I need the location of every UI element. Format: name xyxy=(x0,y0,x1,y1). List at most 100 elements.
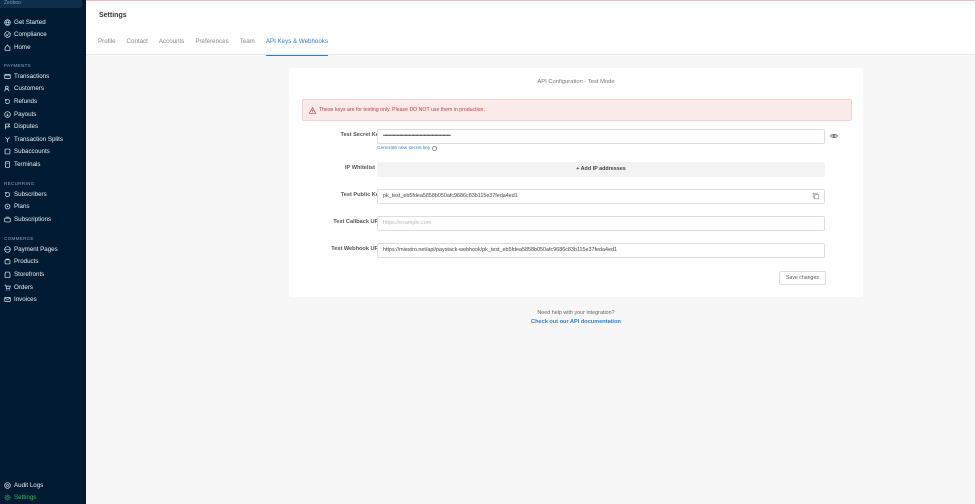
brand-logo[interactable]: Zeoboo xyxy=(0,0,82,8)
tab-team[interactable]: Team xyxy=(240,37,255,56)
sidebar-item-label: Transaction Splits xyxy=(14,135,63,143)
payment-pages-icon xyxy=(4,246,11,253)
page-header: Settings Profile Contact Accounts Prefer… xyxy=(86,0,975,56)
add-ip-addresses-button[interactable]: + Add IP addresses xyxy=(377,162,825,177)
tab-api-keys-webhooks[interactable]: API Keys & Webhooks xyxy=(265,37,328,56)
sidebar-item-products[interactable]: Products xyxy=(0,256,86,269)
sidebar-item-customers[interactable]: Customers xyxy=(0,83,86,96)
tab-accounts[interactable]: Accounts xyxy=(159,37,184,56)
sidebar-item-plans[interactable]: Plans xyxy=(0,201,86,214)
sidebar-item-label: Settings xyxy=(14,494,37,502)
sidebar-item-refunds[interactable]: Refunds xyxy=(0,95,86,108)
alert-text: These keys are for testing only. Please … xyxy=(319,107,485,113)
callback-url-input[interactable]: https://example.com xyxy=(377,216,825,231)
sidebar-item-label: Transactions xyxy=(14,72,50,80)
sidebar-item-label: Subscribers xyxy=(14,190,47,198)
orders-icon xyxy=(4,284,11,291)
transactions-icon xyxy=(4,73,11,80)
webhook-url-input[interactable]: https://miestro.net/api/paystack-webhook… xyxy=(377,243,825,258)
compliance-icon xyxy=(4,31,11,39)
sidebar-bottom-group: Audit Logs Settings xyxy=(0,479,86,504)
sidebar-item-label: Disputes xyxy=(14,123,39,131)
globe-icon xyxy=(4,19,11,26)
warning-icon xyxy=(309,106,316,114)
test-mode-alert: These keys are for testing only. Please … xyxy=(302,99,852,121)
home-icon xyxy=(4,44,11,51)
sidebar-item-audit-logs[interactable]: Audit Logs xyxy=(0,479,86,492)
audit-logs-icon xyxy=(4,482,11,489)
api-configuration-card: API Configuration - Test Mode These keys… xyxy=(289,68,863,297)
save-changes-button[interactable]: Save changes xyxy=(779,271,826,285)
help-text: Need help with your integration? xyxy=(537,310,615,316)
sidebar-item-terminals[interactable]: Terminals xyxy=(0,158,86,171)
subscriptions-icon xyxy=(4,216,11,223)
sidebar-item-label: Products xyxy=(14,258,39,266)
eye-icon[interactable] xyxy=(829,131,839,141)
callback-url-label: Test Callback URL xyxy=(333,219,382,225)
sidebar-item-get-started[interactable]: Get Started xyxy=(0,16,86,29)
page-title: Settings xyxy=(99,12,127,19)
ip-whitelist-label-text: IP Whitelist xyxy=(344,165,375,171)
api-documentation-link[interactable]: Check out our API documentation xyxy=(289,319,863,325)
sidebar-item-label: Storefronts xyxy=(14,270,45,278)
sidebar-item-orders[interactable]: Orders xyxy=(0,281,86,294)
sidebar-section-commerce: COMMERCE Payment Pages Products Storefro… xyxy=(0,235,86,306)
public-key-value: pk_test_eb5fdea5858b050afc9686c83b115e37… xyxy=(383,193,518,199)
sidebar-item-label: Payouts xyxy=(14,110,37,118)
sidebar-item-storefronts[interactable]: Storefronts xyxy=(0,268,86,281)
sidebar-section-payments: PAYMENTS Transactions Customers Refunds … xyxy=(0,62,86,171)
sidebar-item-label: Invoices xyxy=(14,296,37,304)
public-key-label: Test Public Key xyxy=(340,192,382,198)
sidebar-item-subaccounts[interactable]: Subaccounts xyxy=(0,146,86,159)
sidebar-item-payouts[interactable]: Payouts xyxy=(0,108,86,121)
sidebar-item-label: Get Started xyxy=(14,18,46,26)
sidebar-item-label: Home xyxy=(14,43,31,51)
section-title: RECURRING xyxy=(4,181,35,186)
disputes-icon xyxy=(4,123,11,130)
sidebar-item-label: Terminals xyxy=(14,160,41,168)
tab-profile[interactable]: Profile xyxy=(98,37,116,56)
section-title: COMMERCE xyxy=(4,236,34,241)
sidebar-item-compliance[interactable]: Compliance xyxy=(0,29,86,42)
customers-icon xyxy=(4,85,11,92)
splits-icon xyxy=(4,136,11,143)
card-title: API Configuration - Test Mode xyxy=(537,79,615,85)
sidebar-item-label: Refunds xyxy=(14,97,38,105)
sidebar-item-label: Plans xyxy=(14,203,30,211)
products-icon xyxy=(4,258,11,265)
sidebar-item-transactions[interactable]: Transactions xyxy=(0,70,86,83)
sidebar-item-label: Payment Pages xyxy=(14,245,58,253)
info-icon xyxy=(432,146,437,151)
sidebar-item-subscriptions[interactable]: Subscriptions xyxy=(0,213,86,226)
sidebar-item-home[interactable]: Home xyxy=(0,41,86,54)
sidebar-top-group: Get Started Compliance Home xyxy=(0,16,86,54)
generate-secret-key-label: Generate new secret key xyxy=(377,146,431,151)
subscribers-icon xyxy=(4,191,11,198)
copy-icon[interactable] xyxy=(812,192,821,201)
settings-tabs: Profile Contact Accounts Preferences Tea… xyxy=(98,37,339,56)
section-title: PAYMENTS xyxy=(4,63,31,68)
sidebar-item-label: Subscriptions xyxy=(14,215,52,223)
generate-secret-key-link[interactable]: Generate new secret key xyxy=(377,146,437,151)
storefronts-icon xyxy=(4,271,11,278)
refunds-icon xyxy=(4,98,11,105)
public-key-field[interactable]: pk_test_eb5fdea5858b050afc9686c83b115e37… xyxy=(377,189,825,204)
sidebar-item-label: Customers xyxy=(14,85,44,93)
sidebar-item-subscribers[interactable]: Subscribers xyxy=(0,188,86,201)
sidebar-item-settings[interactable]: Settings xyxy=(0,492,86,504)
sidebar-item-disputes[interactable]: Disputes xyxy=(0,120,86,133)
sidebar-item-label: Subaccounts xyxy=(14,148,50,156)
sidebar-item-payment-pages[interactable]: Payment Pages xyxy=(0,243,86,256)
subaccounts-icon xyxy=(4,148,11,155)
webhook-url-label: Test Webhook URL xyxy=(331,246,382,252)
sidebar-item-transaction-splits[interactable]: Transaction Splits xyxy=(0,133,86,146)
secret-key-field[interactable]: ••••••••••••••••••••••••••••••••••••••••… xyxy=(377,129,825,144)
sidebar-item-invoices[interactable]: Invoices xyxy=(0,293,86,306)
payouts-icon xyxy=(4,110,11,118)
gear-icon xyxy=(4,494,11,501)
tab-contact[interactable]: Contact xyxy=(127,37,148,56)
tab-preferences[interactable]: Preferences xyxy=(195,37,228,56)
sidebar: Zeoboo Get Started Compliance Home PAYME… xyxy=(0,0,86,504)
sidebar-item-label: Audit Logs xyxy=(14,481,44,489)
sidebar-item-label: Orders xyxy=(14,283,33,291)
